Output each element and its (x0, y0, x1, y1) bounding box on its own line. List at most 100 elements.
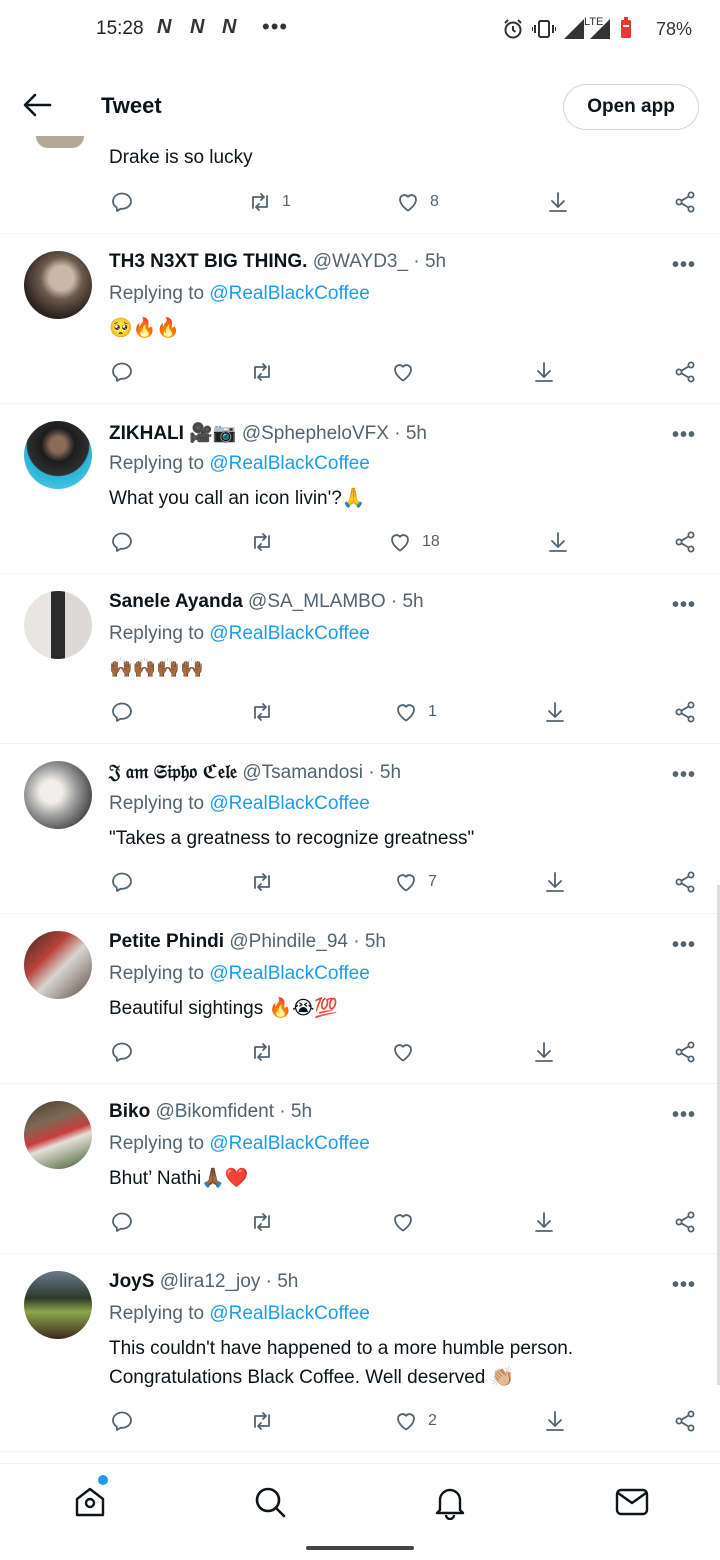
tweet-time[interactable]: 5h (406, 423, 427, 444)
download-button[interactable] (532, 1207, 556, 1237)
retweet-button[interactable] (250, 527, 274, 557)
like-button[interactable] (391, 1207, 425, 1237)
mention-link[interactable]: @RealBlackCoffee (209, 1303, 369, 1324)
share-button[interactable] (673, 1207, 697, 1237)
user-handle[interactable]: @SphepheloVFX (242, 423, 389, 444)
share-button[interactable] (673, 867, 697, 897)
more-options-icon[interactable]: ••• (672, 424, 696, 447)
tweet-reply[interactable]: Petite Phindi @Phindile_94 · 5h ••• Repl… (0, 914, 720, 1084)
retweet-button[interactable] (250, 867, 274, 897)
display-name[interactable]: 𝔍 𝔞𝔪 𝔖𝔦𝔭𝔥𝔬 ℭ𝔢𝔩𝔢 (109, 762, 237, 783)
more-options-icon[interactable]: ••• (672, 1104, 696, 1127)
retweet-button[interactable] (250, 697, 274, 727)
display-name[interactable]: Sanele Ayanda (109, 591, 243, 612)
download-button[interactable] (546, 187, 570, 217)
share-button[interactable] (673, 187, 697, 217)
share-button[interactable] (673, 1406, 697, 1436)
tweet-reply[interactable]: Biko @Bikomfident · 5h ••• Replying to @… (0, 1084, 720, 1254)
display-name[interactable]: ZIKHALI 🎥📷 (109, 423, 237, 444)
tweet-reply-partial[interactable]: Drake is so lucky 1 8 (0, 136, 720, 234)
avatar[interactable] (24, 591, 92, 659)
share-button[interactable] (673, 527, 697, 557)
more-notifications-icon: ••• (262, 14, 289, 39)
more-options-icon[interactable]: ••• (672, 934, 696, 957)
reply-button[interactable] (110, 1037, 134, 1067)
like-button[interactable]: 7 (394, 867, 437, 897)
tweet-reply[interactable]: 𝔍 𝔞𝔪 𝔖𝔦𝔭𝔥𝔬 ℭ𝔢𝔩𝔢 @Tsamandosi · 5h ••• Rep… (0, 744, 720, 914)
mention-link[interactable]: @RealBlackCoffee (209, 793, 369, 814)
user-handle[interactable]: @Tsamandosi (242, 762, 363, 783)
tweet-reply[interactable]: Sanele Ayanda @SA_MLAMBO · 5h ••• Replyi… (0, 574, 720, 744)
like-button[interactable] (391, 1037, 425, 1067)
display-name[interactable]: Biko (109, 1101, 150, 1122)
tweet-reply[interactable]: TH3 N3XT BIG THING. @WAYD3_ · 5h ••• Rep… (0, 234, 720, 404)
search-icon[interactable] (252, 1484, 288, 1520)
open-app-button[interactable]: Open app (563, 84, 699, 130)
home-gesture-bar[interactable] (306, 1546, 414, 1550)
user-handle[interactable]: @lira12_joy (160, 1271, 261, 1292)
user-handle[interactable]: @Bikomfident (155, 1101, 274, 1122)
more-options-icon[interactable]: ••• (672, 594, 696, 617)
download-button[interactable] (543, 867, 567, 897)
tweet-time[interactable]: 5h (425, 251, 446, 272)
download-button[interactable] (532, 1037, 556, 1067)
mention-link[interactable]: @RealBlackCoffee (209, 1133, 369, 1154)
back-arrow-icon[interactable] (20, 90, 54, 120)
mention-link[interactable]: @RealBlackCoffee (209, 963, 369, 984)
avatar[interactable] (24, 931, 92, 999)
tweet-text: This couldn't have happened to a more hu… (109, 1338, 574, 1388)
like-button[interactable]: 2 (394, 1406, 437, 1436)
reply-button[interactable] (110, 867, 134, 897)
download-button[interactable] (532, 357, 556, 387)
avatar[interactable] (36, 136, 84, 148)
reply-button[interactable] (110, 187, 134, 217)
mention-link[interactable]: @RealBlackCoffee (209, 453, 369, 474)
share-button[interactable] (673, 357, 697, 387)
download-button[interactable] (546, 527, 570, 557)
like-button[interactable]: 18 (388, 527, 440, 557)
retweet-button[interactable] (250, 1406, 274, 1436)
reply-button[interactable] (110, 527, 134, 557)
mention-link[interactable]: @RealBlackCoffee (209, 283, 369, 304)
display-name[interactable]: JoyS (109, 1271, 154, 1292)
mention-link[interactable]: @RealBlackCoffee (209, 623, 369, 644)
tweet-time[interactable]: 5h (291, 1101, 312, 1122)
retweet-button[interactable] (250, 1207, 274, 1237)
avatar[interactable] (24, 251, 92, 319)
more-options-icon[interactable]: ••• (672, 764, 696, 787)
more-options-icon[interactable]: ••• (672, 1274, 696, 1297)
display-name[interactable]: TH3 N3XT BIG THING. (109, 251, 307, 272)
user-handle[interactable]: @SA_MLAMBO (248, 591, 386, 612)
reply-button[interactable] (110, 1406, 134, 1436)
display-name[interactable]: Petite Phindi (109, 931, 224, 952)
tweet-time[interactable]: 5h (380, 762, 401, 783)
reply-button[interactable] (110, 357, 134, 387)
reply-button[interactable] (110, 697, 134, 727)
tweet-time[interactable]: 5h (365, 931, 386, 952)
tweet-reply[interactable]: ZIKHALI 🎥📷 @SphepheloVFX · 5h ••• Replyi… (0, 404, 720, 574)
user-handle[interactable]: @Phindile_94 (229, 931, 348, 952)
retweet-button[interactable]: 1 (248, 187, 291, 217)
home-icon[interactable] (72, 1484, 108, 1520)
like-button[interactable]: 8 (396, 187, 439, 217)
download-button[interactable] (543, 1406, 567, 1436)
messages-icon[interactable] (614, 1484, 650, 1520)
notifications-icon[interactable] (432, 1484, 468, 1520)
more-options-icon[interactable]: ••• (672, 254, 696, 277)
reply-button[interactable] (110, 1207, 134, 1237)
tweet-time[interactable]: 5h (402, 591, 423, 612)
share-button[interactable] (673, 1037, 697, 1067)
retweet-button[interactable] (250, 357, 274, 387)
avatar[interactable] (24, 1271, 92, 1339)
avatar[interactable] (24, 1101, 92, 1169)
share-button[interactable] (673, 697, 697, 727)
avatar[interactable] (24, 761, 92, 829)
like-button[interactable] (391, 357, 425, 387)
download-button[interactable] (543, 697, 567, 727)
retweet-button[interactable] (250, 1037, 274, 1067)
like-button[interactable]: 1 (394, 697, 437, 727)
avatar[interactable] (24, 421, 92, 489)
tweet-time[interactable]: 5h (277, 1271, 298, 1292)
tweet-reply[interactable]: JoyS @lira12_joy · 5h ••• Replying to @R… (0, 1254, 720, 1452)
user-handle[interactable]: @WAYD3_ (313, 251, 408, 272)
